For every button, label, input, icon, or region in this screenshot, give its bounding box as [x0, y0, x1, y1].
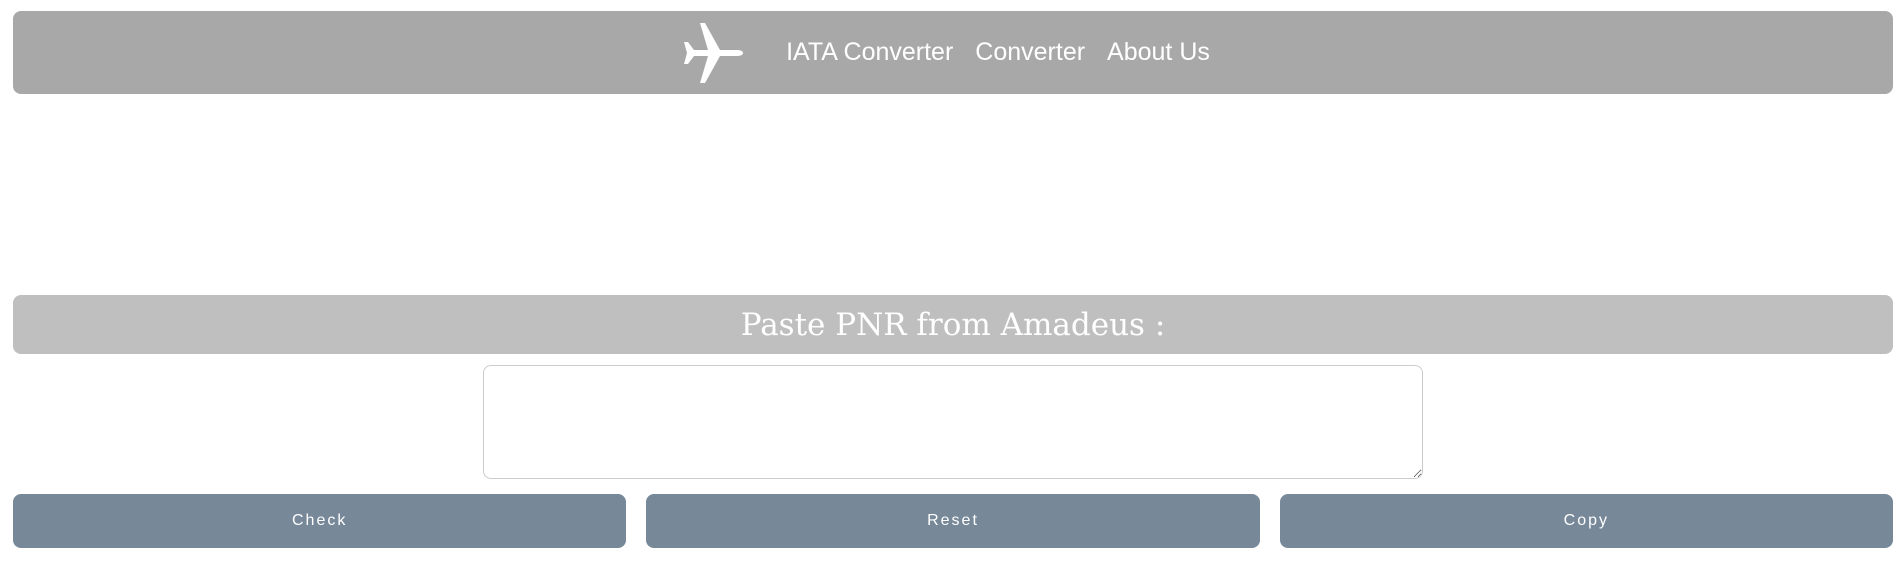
airplane-icon[interactable] [681, 21, 745, 85]
pnr-input[interactable] [483, 365, 1423, 479]
nav-link-iata-converter[interactable]: IATA Converter [786, 38, 953, 67]
copy-button[interactable]: Copy [1279, 494, 1893, 548]
nav-link-about-us[interactable]: About Us [1107, 38, 1210, 67]
check-button[interactable]: Check [13, 494, 627, 548]
action-buttons: Check Reset Copy [13, 494, 1893, 548]
nav-link-converter[interactable]: Converter [975, 38, 1085, 67]
reset-button[interactable]: Reset [646, 494, 1260, 548]
navbar: IATA Converter Converter About Us [13, 11, 1893, 94]
section-header: Paste PNR from Amadeus : [13, 295, 1893, 354]
section-title: Paste PNR from Amadeus : [740, 306, 1166, 343]
